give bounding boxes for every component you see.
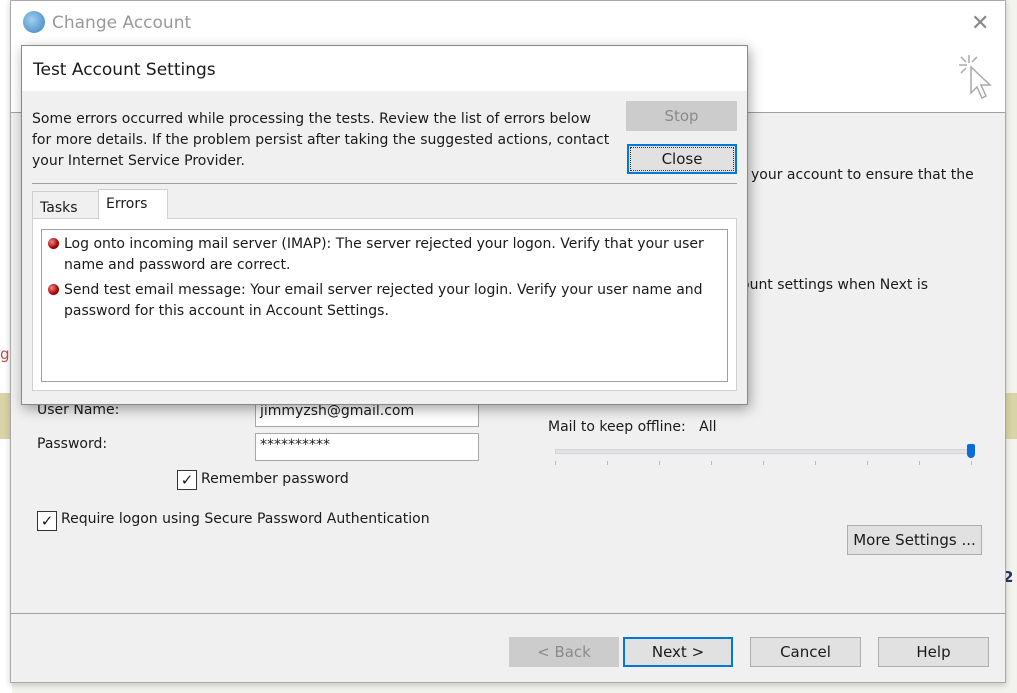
remember-password-checkbox[interactable]: ✓ xyxy=(177,470,197,490)
slider-thumb[interactable] xyxy=(967,444,975,458)
slider-tick xyxy=(815,461,816,465)
slider-tick xyxy=(867,461,868,465)
cancel-button[interactable]: Cancel xyxy=(750,637,861,667)
dialog-header: Test Account Settings xyxy=(22,46,747,91)
slider-tick xyxy=(607,461,608,465)
error-list: Log onto incoming mail server (IMAP): Th… xyxy=(41,229,728,382)
tab-errors[interactable]: Errors xyxy=(98,189,168,219)
require-spa-checkbox[interactable]: ✓ xyxy=(37,511,57,531)
slider-tick xyxy=(919,461,920,465)
description-text: your account to ensure that the xyxy=(751,167,974,183)
description-text-2: ount settings when Next is xyxy=(741,277,929,293)
window-title: Change Account xyxy=(52,13,192,33)
slider-tick xyxy=(711,461,712,465)
outlook-app-icon xyxy=(23,11,45,33)
footer-divider xyxy=(11,613,1005,614)
mail-offline-label: Mail to keep offline: All xyxy=(548,419,716,435)
error-icon xyxy=(48,238,59,249)
dialog-title: Test Account Settings xyxy=(33,60,216,80)
remember-password-label[interactable]: Remember password xyxy=(201,471,349,487)
stop-button[interactable]: Stop xyxy=(626,101,737,131)
error-item: Log onto incoming mail server (IMAP): Th… xyxy=(48,234,718,276)
slider-tick xyxy=(555,461,556,465)
close-button[interactable]: Close xyxy=(627,144,737,174)
test-account-settings-dialog: Test Account Settings Some errors occurr… xyxy=(21,45,748,405)
next-button[interactable]: Next > xyxy=(623,637,733,667)
help-button[interactable]: Help xyxy=(878,637,989,667)
dialog-divider xyxy=(32,183,737,184)
more-settings-button[interactable]: More Settings ... xyxy=(847,525,982,555)
error-text: Log onto incoming mail server (IMAP): Th… xyxy=(64,236,704,273)
tab-tasks[interactable]: Tasks xyxy=(32,191,99,219)
close-icon[interactable]: ✕ xyxy=(971,11,989,36)
click-cursor-icon xyxy=(959,55,992,100)
mail-offline-slider[interactable] xyxy=(555,449,975,454)
password-label: Password: xyxy=(37,436,108,452)
slider-tick xyxy=(763,461,764,465)
error-icon xyxy=(48,284,59,295)
require-spa-label[interactable]: Require logon using Secure Password Auth… xyxy=(61,511,430,527)
mail-offline-value: All xyxy=(699,419,717,435)
password-input[interactable]: ********** xyxy=(255,433,479,461)
mail-offline-label-text: Mail to keep offline: xyxy=(548,419,686,435)
error-item: Send test email message: Your email serv… xyxy=(48,280,718,322)
errors-tab-panel: Log onto incoming mail server (IMAP): Th… xyxy=(32,218,737,391)
dialog-message: Some errors occurred while processing th… xyxy=(32,111,610,169)
error-text: Send test email message: Your email serv… xyxy=(64,282,703,319)
slider-tick xyxy=(659,461,660,465)
slider-tick xyxy=(971,461,972,465)
back-button[interactable]: < Back xyxy=(509,637,619,667)
